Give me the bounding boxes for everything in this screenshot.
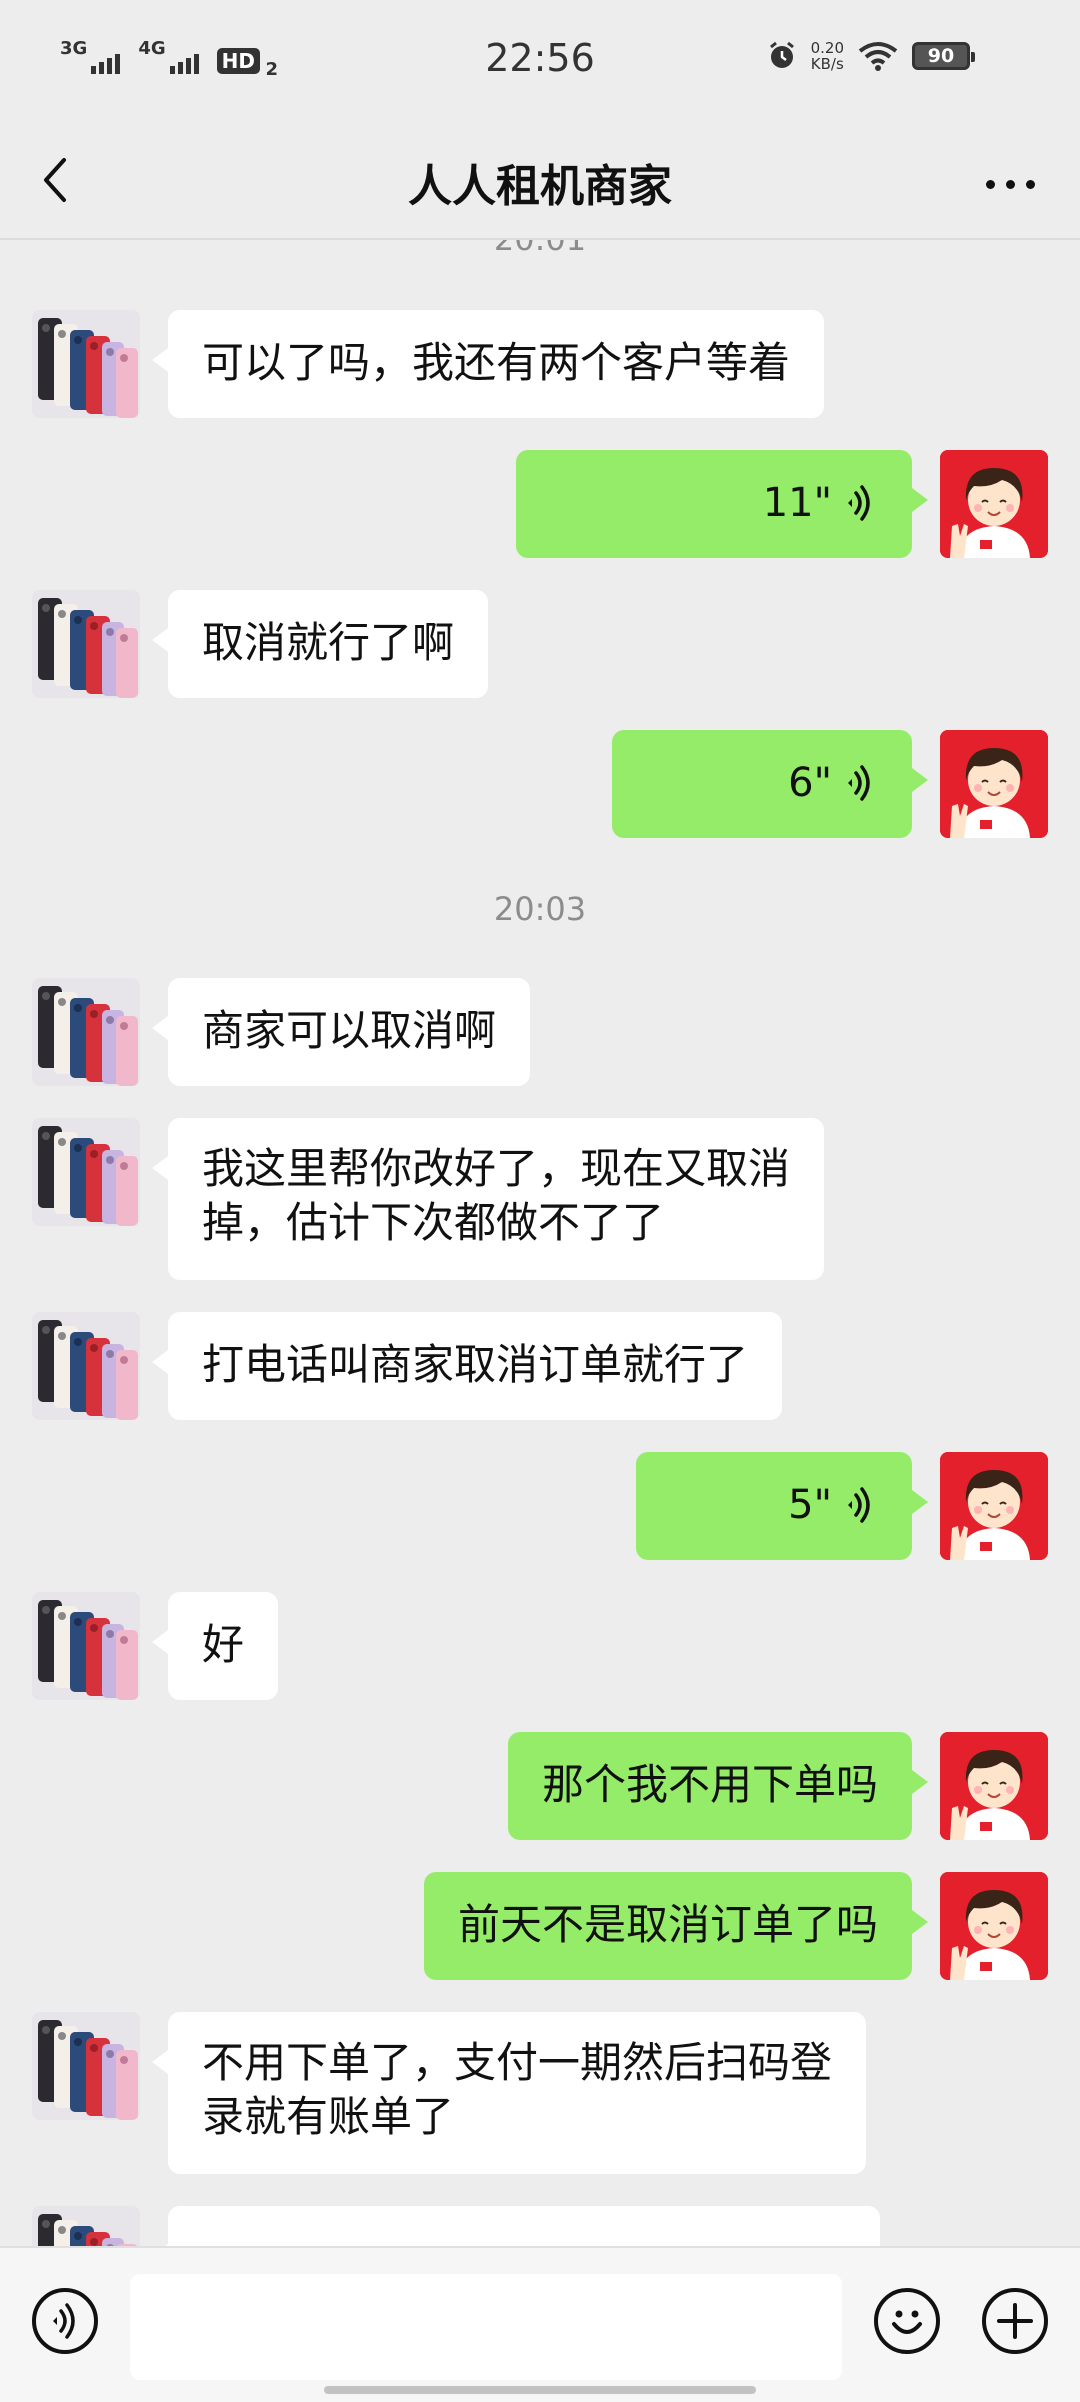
chat-title: 人人租机商家 <box>408 161 672 212</box>
message-bubble[interactable]: 可以了吗，我还有两个客户等着 <box>151 310 825 418</box>
message-bubble[interactable]: 那个我不用下单吗 <box>507 1732 929 1840</box>
self-avatar[interactable] <box>940 1732 1048 1840</box>
self-avatar[interactable] <box>940 1452 1048 1560</box>
voice-message-bubble[interactable]: 6" <box>612 730 928 838</box>
input-bar <box>0 2246 1080 2402</box>
more-icon[interactable] <box>986 174 1046 194</box>
battery-icon: 90 <box>912 42 975 70</box>
message-input[interactable] <box>130 2274 842 2380</box>
contact-avatar[interactable] <box>32 1118 140 1226</box>
timestamp: 20:03 <box>493 890 587 928</box>
plus-icon[interactable] <box>982 2288 1048 2354</box>
contact-avatar[interactable] <box>32 2012 140 2120</box>
voice-wave-icon <box>846 765 870 801</box>
message-line: 不用下单了，支付一期然后扫码登 <box>202 2038 833 2087</box>
battery-level: 90 <box>927 45 955 67</box>
contact-avatar[interactable] <box>32 310 140 418</box>
contact-avatar[interactable] <box>32 978 140 1086</box>
message-bubble[interactable]: 商家可以取消啊 <box>151 978 531 1086</box>
chat-area[interactable]: 20:01 可以了吗，我还有两个客户等着 11" 取消就行了啊 6" 20:03… <box>0 240 1080 2246</box>
speed-value: 0.20 <box>810 39 844 57</box>
voice-message-bubble[interactable]: 5" <box>636 1452 928 1560</box>
message-line: 我这里帮你改好了，现在又取消 <box>202 1144 791 1193</box>
speed-unit: KB/s <box>810 55 844 73</box>
contact-avatar[interactable] <box>32 590 140 698</box>
wifi-icon <box>858 42 898 71</box>
message-line: 掉，估计下次都做不了了 <box>202 1198 665 1247</box>
voice-wave-icon <box>846 1487 870 1523</box>
emoji-icon[interactable] <box>874 2288 940 2354</box>
smile-face-icon <box>892 2310 922 2334</box>
net-speed: 0.20 KB/s <box>811 40 844 72</box>
message-bubble-partial[interactable] <box>152 2206 880 2246</box>
voice-duration: 6" <box>788 760 832 806</box>
voice-mode-icon[interactable] <box>32 2288 98 2354</box>
message-bubble[interactable]: 打电话叫商家取消订单就行了 <box>151 1312 783 1420</box>
message-bubble[interactable]: 取消就行了啊 <box>151 590 489 698</box>
message-bubble[interactable]: 不用下单了，支付一期然后扫码登 录就有账单了 <box>151 2012 867 2174</box>
voice-message-bubble[interactable]: 11" <box>516 450 928 558</box>
plus-glyph-icon <box>997 2303 1033 2339</box>
message-bubble[interactable]: 前天不是取消订单了吗 <box>423 1872 929 1980</box>
voice-wave-icon <box>51 2303 75 2339</box>
status-bar: 3G 4G HD 2 22:56 0.20 KB/s 90 <box>0 0 1080 124</box>
chat-header: 人人租机商家 <box>0 124 1080 240</box>
home-indicator[interactable] <box>324 2386 756 2394</box>
timestamp: 20:01 <box>0 240 1080 258</box>
status-right: 0.20 KB/s 90 <box>767 40 975 72</box>
message-line: 录就有账单了 <box>202 2092 455 2141</box>
voice-duration: 5" <box>788 1482 832 1528</box>
voice-wave-icon <box>846 485 870 521</box>
message-bubble[interactable]: 好 <box>151 1592 279 1700</box>
voice-duration: 11" <box>762 480 832 526</box>
contact-avatar[interactable] <box>32 2206 140 2246</box>
contact-avatar[interactable] <box>32 1592 140 1700</box>
alarm-icon <box>769 41 794 68</box>
self-avatar[interactable] <box>940 1872 1048 1980</box>
contact-avatar[interactable] <box>32 1312 140 1420</box>
message-bubble[interactable]: 我这里帮你改好了，现在又取消 掉，估计下次都做不了了 <box>151 1118 825 1280</box>
self-avatar[interactable] <box>940 450 1048 558</box>
self-avatar[interactable] <box>940 730 1048 838</box>
